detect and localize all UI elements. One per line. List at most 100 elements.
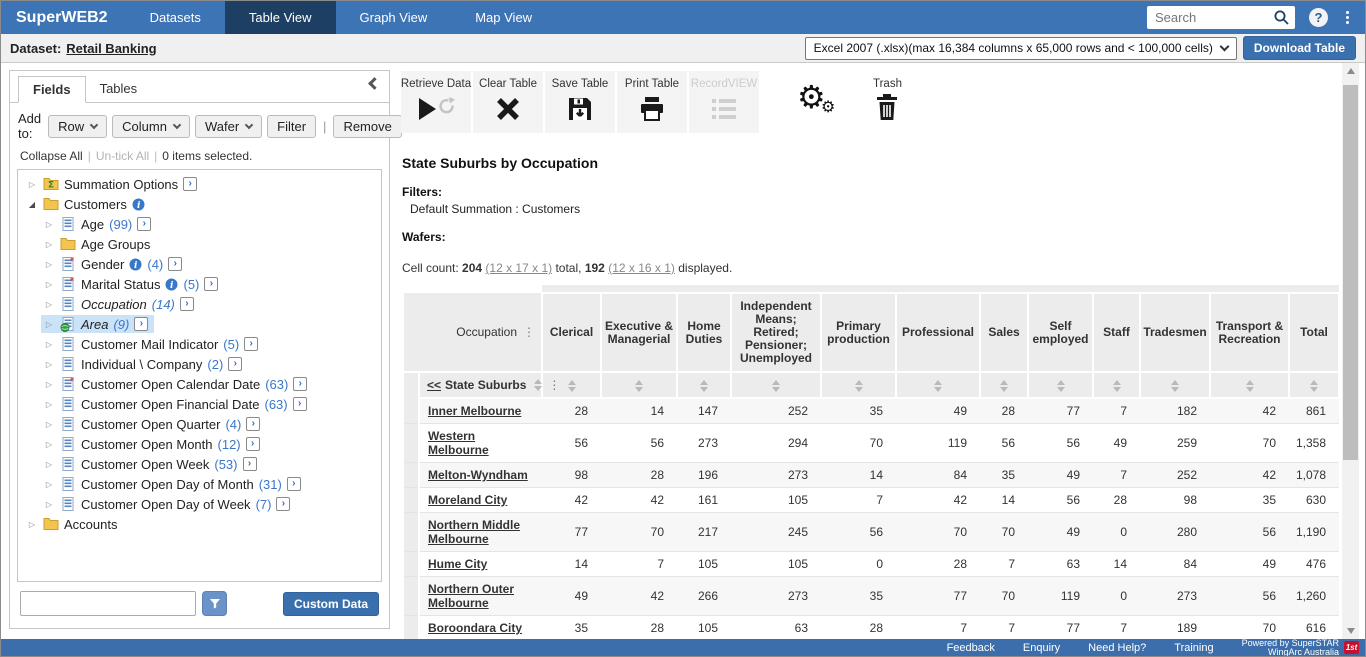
tab-tables[interactable]: Tables: [86, 76, 152, 102]
tree-item-age-groups[interactable]: ▷Age Groups: [18, 234, 381, 254]
expand-toggle-icon[interactable]: ▷: [43, 400, 55, 409]
scroll-up-arrow[interactable]: [1342, 63, 1359, 79]
add-to-table-arrow[interactable]: ›: [204, 277, 218, 291]
tree-item-customer-open-day-of-month[interactable]: ▷Customer Open Day of Month(31)›: [18, 474, 381, 494]
tree-item-customer-open-financial-date[interactable]: ▷Customer Open Financial Date(63)›: [18, 394, 381, 414]
export-format-select[interactable]: Excel 2007 (.xlsx)(max 16,384 columns x …: [805, 37, 1237, 60]
tree-item-customer-open-day-of-week[interactable]: ▷Customer Open Day of Week(7)›: [18, 494, 381, 514]
tree-item-customer-open-month[interactable]: ▷Customer Open Month(12)›: [18, 434, 381, 454]
expand-toggle-icon[interactable]: ▷: [43, 500, 55, 509]
row-label-link[interactable]: Hume City: [428, 557, 487, 571]
row-label-link[interactable]: Northern Middle Melbourne: [428, 518, 520, 546]
column-header-tradesmen[interactable]: Tradesmen: [1140, 293, 1210, 372]
expand-toggle-icon[interactable]: ▷: [43, 340, 55, 349]
tree-item-customer-open-week[interactable]: ▷Customer Open Week(53)›: [18, 454, 381, 474]
add-to-table-arrow[interactable]: ›: [293, 397, 307, 411]
expand-toggle-icon[interactable]: ◢: [26, 200, 38, 209]
column-header-clerical[interactable]: Clerical: [542, 293, 601, 372]
row-dimension-header[interactable]: <<State Suburbs⋮: [419, 372, 542, 398]
nav-tab-datasets[interactable]: Datasets: [126, 1, 225, 34]
column-header-home-duties[interactable]: Home Duties: [677, 293, 731, 372]
tree-item-customer-open-calendar-date[interactable]: ▷✶Customer Open Calendar Date(63)›: [18, 374, 381, 394]
column-sort-cell[interactable]: [1093, 372, 1140, 398]
vertical-scrollbar[interactable]: [1342, 63, 1359, 639]
column-sort-cell[interactable]: [980, 372, 1028, 398]
expand-toggle-icon[interactable]: ▷: [43, 380, 55, 389]
column-sort-cell[interactable]: [731, 372, 821, 398]
column-sort-cell[interactable]: [601, 372, 677, 398]
trash-button[interactable]: Trash: [873, 71, 902, 125]
column-header-independent-means-retired-pensioner-unemployed[interactable]: Independent Means; Retired; Pensioner; U…: [731, 293, 821, 372]
add-to-table-arrow[interactable]: ›: [134, 317, 148, 331]
nav-tab-graph-view[interactable]: Graph View: [336, 1, 452, 34]
sort-toggle-icon[interactable]: [568, 380, 576, 392]
footer-link-need-help-[interactable]: Need Help?: [1088, 642, 1146, 654]
add-to-table-arrow[interactable]: ›: [287, 477, 301, 491]
expand-toggle-icon[interactable]: ▷: [43, 300, 55, 309]
column-header-primary-production[interactable]: Primary production: [821, 293, 896, 372]
collapse-rows-link[interactable]: <<: [427, 378, 441, 392]
add-to-table-arrow[interactable]: ›: [293, 377, 307, 391]
scroll-down-arrow[interactable]: [1342, 623, 1359, 639]
retrieve-data-button[interactable]: Retrieve Data: [401, 71, 471, 133]
add-to-table-arrow[interactable]: ›: [276, 497, 290, 511]
save-table-button[interactable]: Save Table: [545, 71, 615, 133]
table-options-button[interactable]: ⚙⚙: [797, 81, 841, 113]
tree-item-age[interactable]: ▷Age(99)›: [18, 214, 381, 234]
tree-item-customer-open-quarter[interactable]: ▷Customer Open Quarter(4)›: [18, 414, 381, 434]
nav-tab-table-view[interactable]: Table View: [225, 1, 336, 34]
total-dims-link[interactable]: (12 x 17 x 1): [485, 261, 552, 275]
sort-toggle-icon[interactable]: [772, 380, 780, 392]
row-label-link[interactable]: Inner Melbourne: [428, 404, 521, 418]
tree-item-area[interactable]: ▷Area(9)›: [18, 314, 381, 334]
add-to-table-arrow[interactable]: ›: [183, 177, 197, 191]
tree-item-customer-mail-indicator[interactable]: ▷Customer Mail Indicator(5)›: [18, 334, 381, 354]
scrollbar-thumb[interactable]: [1343, 85, 1358, 460]
sort-toggle-icon[interactable]: [1000, 380, 1008, 392]
column-sort-cell[interactable]: [1028, 372, 1093, 398]
column-header-staff[interactable]: Staff: [1093, 293, 1140, 372]
field-search-input[interactable]: [20, 591, 196, 616]
print-table-button[interactable]: Print Table: [617, 71, 687, 133]
column-sort-cell[interactable]: [677, 372, 731, 398]
expand-toggle-icon[interactable]: ▷: [43, 320, 55, 329]
help-icon[interactable]: ?: [1309, 8, 1328, 27]
row-label-link[interactable]: Moreland City: [428, 493, 507, 507]
column-sort-cell[interactable]: [821, 372, 896, 398]
tree-item-individual-company[interactable]: ▷Individual \ Company(2)›: [18, 354, 381, 374]
kebab-menu-icon[interactable]: ⋮: [548, 378, 560, 392]
expand-toggle-icon[interactable]: ▷: [43, 220, 55, 229]
row-label-link[interactable]: Melton-Wyndham: [428, 468, 528, 482]
filter-button[interactable]: Filter: [267, 115, 316, 138]
tree-item-gender[interactable]: ▷✶Genderi(4)›: [18, 254, 381, 274]
footer-link-enquiry[interactable]: Enquiry: [1023, 642, 1060, 654]
column-header-total[interactable]: Total: [1289, 293, 1339, 372]
custom-data-button[interactable]: Custom Data: [283, 592, 379, 616]
add-to-wafer-button[interactable]: Wafer: [195, 115, 262, 138]
expand-toggle-icon[interactable]: ▷: [43, 260, 55, 269]
info-icon[interactable]: i: [165, 278, 178, 291]
info-icon[interactable]: i: [132, 198, 145, 211]
menu-kebab-icon[interactable]: [1342, 9, 1353, 26]
expand-toggle-icon[interactable]: ▷: [43, 240, 55, 249]
column-header-transport-recreation[interactable]: Transport & Recreation: [1210, 293, 1289, 372]
kebab-menu-icon[interactable]: ⋮: [523, 325, 535, 339]
expand-toggle-icon[interactable]: ▷: [43, 360, 55, 369]
download-table-button[interactable]: Download Table: [1243, 36, 1356, 60]
column-header-executive-managerial[interactable]: Executive & Managerial: [601, 293, 677, 372]
sort-toggle-icon[interactable]: [1113, 380, 1121, 392]
row-label-link[interactable]: Western Melbourne: [428, 429, 489, 457]
column-sort-cell[interactable]: [1140, 372, 1210, 398]
add-to-table-arrow[interactable]: ›: [168, 257, 182, 271]
footer-link-feedback[interactable]: Feedback: [947, 642, 995, 654]
tab-fields[interactable]: Fields: [18, 76, 86, 103]
add-to-table-arrow[interactable]: ›: [244, 337, 258, 351]
add-to-column-button[interactable]: Column: [112, 115, 190, 138]
collapse-all-link[interactable]: Collapse All: [20, 149, 83, 163]
tree-item-customers[interactable]: ◢Customersi: [18, 194, 381, 214]
remove-button[interactable]: Remove: [333, 115, 401, 138]
sort-toggle-icon[interactable]: [855, 380, 863, 392]
expand-toggle-icon[interactable]: ▷: [43, 420, 55, 429]
expand-toggle-icon[interactable]: ▷: [43, 460, 55, 469]
add-to-table-arrow[interactable]: ›: [246, 417, 260, 431]
